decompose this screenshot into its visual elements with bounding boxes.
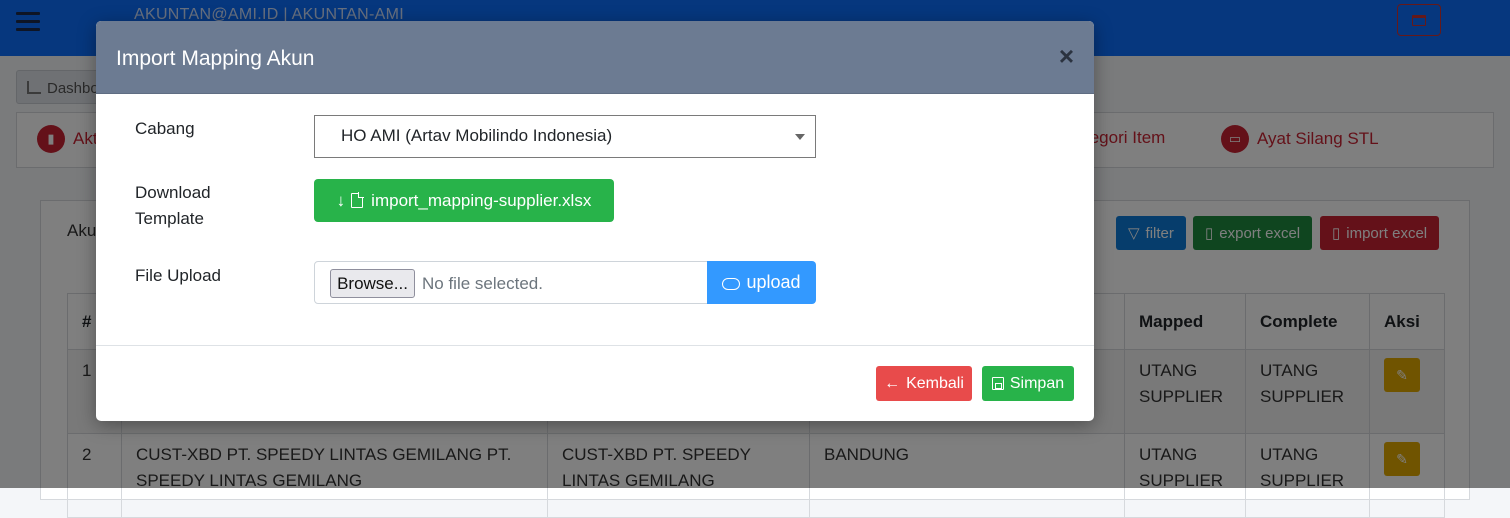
chevron-down-icon: [795, 134, 805, 140]
file-icon: [351, 192, 364, 208]
cabang-select[interactable]: HO AMI (Artav Mobilindo Indonesia): [314, 115, 816, 158]
modal-title: Import Mapping Akun: [116, 47, 315, 70]
close-icon[interactable]: ×: [1059, 43, 1074, 69]
cabang-selected-value: HO AMI (Artav Mobilindo Indonesia): [341, 126, 613, 145]
arrow-down-icon: ↓: [336, 190, 346, 210]
download-template-label-line2: Template: [135, 209, 204, 228]
simpan-button-label: Simpan: [1009, 374, 1065, 392]
file-status-text: No file selected.: [422, 274, 543, 293]
upload-button[interactable]: upload: [707, 261, 816, 304]
arrow-left-icon: ←: [884, 374, 901, 392]
import-mapping-modal: Import Mapping Akun × Cabang HO AMI (Art…: [96, 21, 1094, 421]
cloud-icon: [722, 277, 741, 290]
download-template-label-line1: Download: [135, 183, 211, 202]
cabang-label: Cabang: [135, 119, 195, 138]
save-icon: [991, 377, 1004, 390]
kembali-button[interactable]: ← Kembali: [876, 366, 972, 401]
download-template-button[interactable]: ↓ import_mapping-supplier.xlsx: [314, 179, 614, 222]
kembali-button-label: Kembali: [906, 374, 964, 392]
modal-footer-divider: [96, 345, 1094, 346]
upload-button-label: upload: [746, 272, 801, 292]
file-upload-input[interactable]: Browse... No file selected.: [314, 261, 708, 304]
simpan-button[interactable]: Simpan: [982, 366, 1074, 401]
browse-button[interactable]: Browse...: [330, 269, 415, 298]
template-file-name: import_mapping-supplier.xlsx: [371, 190, 592, 210]
file-upload-label: File Upload: [135, 266, 221, 285]
download-template-label: Download Template: [135, 180, 211, 232]
modal-header: Import Mapping Akun ×: [96, 21, 1094, 94]
